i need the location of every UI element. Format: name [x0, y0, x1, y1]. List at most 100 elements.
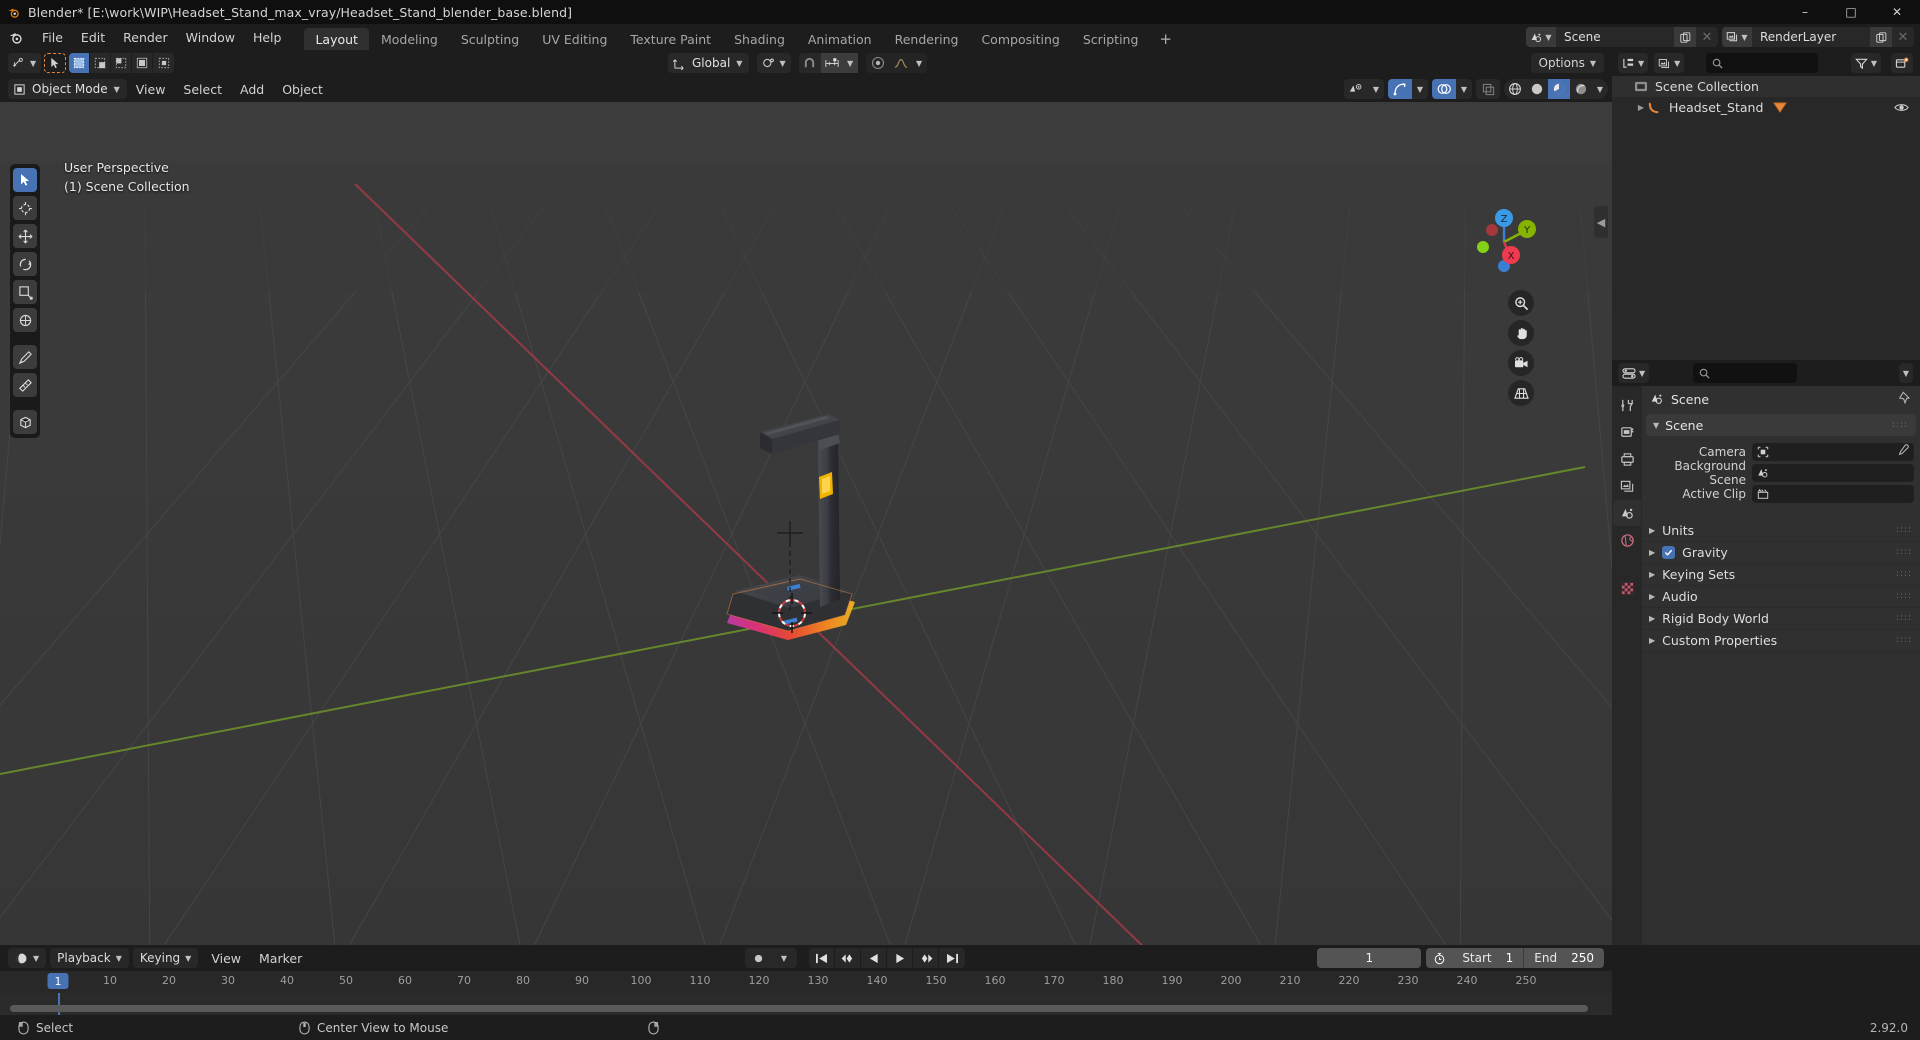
outliner-filter-button[interactable]: ▼ [1850, 53, 1881, 73]
tab-texture-properties[interactable] [1613, 575, 1641, 601]
tool-select-box[interactable] [13, 168, 37, 192]
active-clip-field[interactable] [1752, 485, 1914, 503]
viewport-options-button[interactable]: Options ▼ [1530, 53, 1604, 73]
timeline-track-area[interactable] [0, 993, 1612, 1015]
chevron-down-icon[interactable]: ▼ [1368, 79, 1384, 99]
object-visibility-icon[interactable] [1344, 79, 1368, 99]
playback-dropdown[interactable]: Playback ▼ [50, 948, 129, 968]
add-workspace-button[interactable]: + [1150, 28, 1181, 50]
tool-move[interactable] [13, 224, 37, 248]
tab-scripting[interactable]: Scripting [1072, 28, 1150, 50]
camera-view-button[interactable] [1508, 350, 1534, 376]
prev-keyframe-button[interactable] [835, 948, 861, 968]
chevron-down-icon[interactable]: ▼ [1412, 79, 1428, 99]
tab-output-properties[interactable] [1613, 446, 1641, 472]
play-reverse-button[interactable] [861, 948, 887, 968]
timeline-scrollbar[interactable] [10, 1005, 1588, 1012]
chevron-down-icon[interactable]: ▼ [1592, 79, 1608, 99]
new-collection-button[interactable] [1891, 53, 1913, 73]
toggle-perspective-button[interactable] [1508, 380, 1534, 406]
outliner-row-headset-stand[interactable]: ▶ Headset_Stand [1612, 97, 1920, 118]
menu-help[interactable]: Help [244, 27, 291, 47]
pan-view-button[interactable] [1508, 320, 1534, 346]
editor-type-dropdown[interactable]: ▼ [8, 948, 47, 968]
timeline-menu-view[interactable]: View [202, 948, 250, 968]
proportional-edit-icon[interactable] [866, 53, 890, 73]
minimize-button[interactable]: – [1782, 0, 1828, 24]
jump-to-end-button[interactable] [939, 948, 965, 968]
tab-tool-properties[interactable] [1613, 392, 1641, 418]
tab-compositing[interactable]: Compositing [970, 28, 1070, 50]
select-subtract-icon[interactable] [111, 53, 133, 73]
end-frame-value[interactable]: 250 [1557, 951, 1604, 965]
tab-animation[interactable]: Animation [797, 28, 883, 50]
zoom-view-button[interactable] [1508, 290, 1534, 316]
magnet-icon[interactable] [799, 53, 821, 73]
viewport-menu-object[interactable]: Object [273, 79, 332, 99]
menu-file[interactable]: File [33, 27, 72, 47]
gravity-checkbox[interactable] [1662, 546, 1676, 559]
mode-dropdown[interactable]: Object Mode ▼ [8, 79, 127, 99]
tab-texture-paint[interactable]: Texture Paint [619, 28, 722, 50]
new-viewlayer-button[interactable] [1870, 27, 1892, 47]
viewlayer-selector[interactable]: ▼ RenderLayer ✕ [1722, 27, 1914, 47]
menu-render[interactable]: Render [114, 27, 177, 47]
tab-layout[interactable]: Layout [304, 28, 369, 50]
snap-target-icon[interactable] [820, 53, 843, 73]
record-icon[interactable] [745, 948, 771, 968]
show-overlays-icon[interactable] [1432, 79, 1456, 99]
maximize-button[interactable]: □ [1828, 0, 1874, 24]
eyedropper-icon[interactable] [1897, 444, 1909, 460]
scene-panel-header[interactable]: ▼ Scene :::: [1646, 414, 1916, 436]
section-rigid-body-world[interactable]: ▶ Rigid Body World :::: [1642, 608, 1920, 630]
transform-orientation-dropdown[interactable]: Global ▼ [668, 53, 750, 73]
solid-shading-icon[interactable] [1526, 79, 1548, 99]
properties-search-input[interactable] [1693, 363, 1798, 383]
tab-shading[interactable]: Shading [723, 28, 796, 50]
mesh-data-icon[interactable] [1773, 101, 1788, 114]
show-gizmo-icon[interactable] [1388, 79, 1412, 99]
disclosure-triangle-icon[interactable]: ▶ [1634, 103, 1648, 112]
tool-scale[interactable] [13, 280, 37, 304]
play-button[interactable] [887, 948, 913, 968]
3d-viewport[interactable]: User Perspective (1) Scene Collection Z … [0, 102, 1612, 996]
new-scene-button[interactable] [1674, 27, 1696, 47]
timeline-ruler[interactable]: 1 10 20 30 40 50 60 70 80 90 100 110 120… [0, 971, 1612, 993]
viewport-menu-add[interactable]: Add [231, 79, 273, 99]
section-units[interactable]: ▶ Units :::: [1642, 520, 1920, 542]
background-scene-field[interactable] [1752, 464, 1914, 482]
tool-cursor[interactable] [13, 196, 37, 220]
tool-measure[interactable] [13, 373, 37, 397]
section-keying-sets[interactable]: ▶ Keying Sets :::: [1642, 564, 1920, 586]
tab-viewlayer-properties[interactable] [1613, 473, 1641, 499]
tool-add-cube[interactable] [13, 410, 37, 434]
xray-toggle-icon[interactable] [1476, 79, 1500, 99]
sidebar-toggle-icon[interactable]: ◀ [1594, 206, 1608, 238]
chevron-down-icon[interactable]: ▼ [1456, 79, 1472, 99]
tab-world-properties[interactable] [1613, 527, 1641, 553]
blender-logo-icon[interactable] [8, 30, 23, 45]
select-invert-icon[interactable] [132, 53, 154, 73]
jump-to-start-button[interactable] [809, 948, 835, 968]
select-extend-icon[interactable] [90, 53, 112, 73]
menu-edit[interactable]: Edit [72, 27, 114, 47]
falloff-icon[interactable] [890, 53, 912, 73]
camera-field[interactable] [1752, 443, 1914, 461]
outliner-editor-type-dropdown[interactable]: ▼ [1618, 53, 1649, 73]
viewport-menu-select[interactable]: Select [174, 79, 231, 99]
keying-dropdown[interactable]: Keying ▼ [132, 948, 199, 968]
select-set-icon[interactable] [69, 53, 91, 73]
chevron-down-icon[interactable]: ▼ [842, 53, 858, 73]
active-tool-icon[interactable]: ▼ [8, 53, 42, 73]
unlink-scene-button[interactable]: ✕ [1696, 27, 1718, 47]
navigation-gizmo[interactable]: Z Y X [1462, 200, 1546, 284]
scene-selector[interactable]: ▼ Scene ✕ [1526, 27, 1718, 47]
timeline-menu-marker[interactable]: Marker [250, 948, 311, 968]
section-gravity[interactable]: ▶ Gravity :::: [1642, 542, 1920, 564]
tab-sculpting[interactable]: Sculpting [450, 28, 530, 50]
tab-render-properties[interactable] [1613, 419, 1641, 445]
pin-icon[interactable] [1898, 390, 1912, 408]
chevron-down-icon[interactable]: ▼ [912, 53, 927, 73]
next-keyframe-button[interactable] [913, 948, 939, 968]
select-intersect-icon[interactable] [153, 53, 174, 73]
